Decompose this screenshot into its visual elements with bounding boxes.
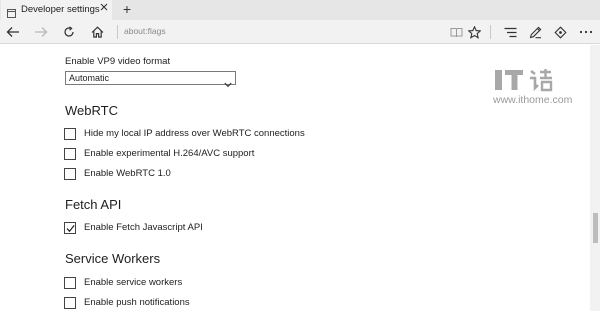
ithome-watermark: www.ithome.com (493, 66, 593, 114)
navigation-bar: about:flags (0, 20, 600, 44)
watermark-url: www.ithome.com (493, 94, 573, 106)
tab-developer-settings[interactable]: Developer settings (1, 0, 112, 20)
share-icon[interactable] (551, 23, 569, 41)
checkbox-fetch-api[interactable] (64, 222, 76, 234)
vp9-label: Enable VP9 video format (65, 56, 171, 67)
option-label: Hide my local IP address over WebRTC con… (84, 128, 305, 139)
address-bar[interactable]: about:flags (124, 26, 166, 36)
star-icon[interactable] (465, 23, 483, 41)
back-arrow-icon[interactable] (4, 23, 22, 41)
forward-arrow-icon[interactable] (32, 23, 50, 41)
option-label: Enable experimental H.264/AVC support (84, 148, 255, 159)
home-icon[interactable] (88, 23, 106, 41)
reading-view-icon[interactable] (447, 23, 465, 41)
section-title-service-workers: Service Workers (65, 251, 161, 266)
page-icon (7, 5, 16, 18)
checkbox-webrtc-1-0[interactable] (64, 168, 76, 180)
toolbar-divider (490, 25, 491, 39)
checkbox-service-workers[interactable] (64, 277, 76, 289)
tab-title: Developer settings (21, 4, 100, 15)
scrollbar-thumb[interactable] (593, 213, 598, 243)
checkbox-h264-support[interactable] (64, 148, 76, 160)
option-label: Enable Fetch Javascript API (84, 222, 203, 233)
refresh-icon[interactable] (60, 23, 78, 41)
address-divider (117, 25, 118, 39)
section-title-fetch-api: Fetch API (65, 197, 122, 212)
option-label: Enable push notifications (84, 297, 190, 308)
hub-icon[interactable] (501, 23, 519, 41)
checkbox-hide-local-ip[interactable] (64, 128, 76, 140)
close-tab-icon[interactable] (99, 3, 109, 15)
option-label: Enable WebRTC 1.0 (84, 168, 171, 179)
new-tab-button[interactable]: + (119, 1, 135, 18)
section-title-webrtc: WebRTC (65, 103, 118, 118)
checkbox-push-notifications[interactable] (64, 297, 76, 309)
vp9-selected-value: Automatic (69, 73, 110, 83)
option-label: Enable service workers (84, 277, 183, 288)
chevron-down-icon (224, 75, 232, 88)
ithome-logo (495, 69, 553, 92)
more-icon[interactable] (577, 23, 595, 41)
tab-bar: Developer settings + (0, 0, 600, 20)
vp9-format-select[interactable]: Automatic (65, 71, 236, 88)
checkmark-icon (66, 225, 75, 233)
web-note-icon[interactable] (526, 23, 544, 41)
